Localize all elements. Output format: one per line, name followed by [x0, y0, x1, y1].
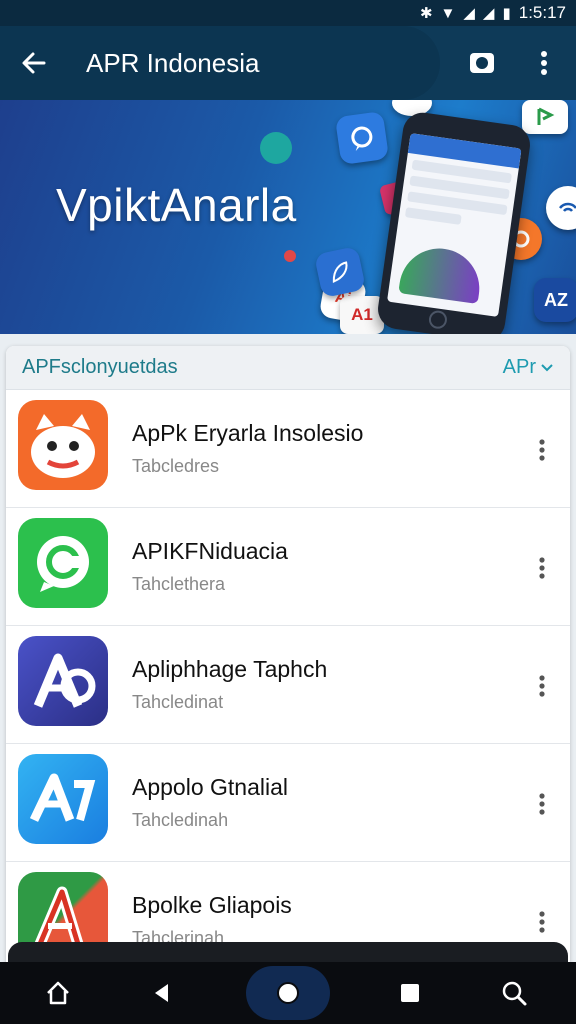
list-item[interactable]: Appolo Gtnalial Tahcledinah — [6, 744, 570, 862]
system-nav-bar — [0, 962, 576, 1024]
nav-recents-button[interactable] — [390, 973, 430, 1013]
chat-app-icon — [18, 518, 108, 608]
camera-button[interactable] — [462, 43, 502, 83]
back-arrow-icon — [22, 52, 46, 74]
banner-title: VpiktAnarla — [56, 179, 297, 231]
status-time: 1:5:17 — [518, 3, 566, 22]
item-more-button[interactable] — [526, 548, 558, 588]
signal-icon: ◢ — [463, 4, 475, 22]
app-list-card: APFsclonyuetdas APr ApPk Eryarla Insoles… — [6, 346, 570, 966]
more-vertical-icon — [539, 793, 545, 815]
item-more-button[interactable] — [526, 430, 558, 470]
more-vertical-icon — [539, 675, 545, 697]
item-more-button[interactable] — [526, 902, 558, 942]
item-more-button[interactable] — [526, 784, 558, 824]
app-name: Appolo Gtnalial — [132, 774, 288, 800]
a-logo-app-icon — [18, 636, 108, 726]
back-triangle-icon — [155, 984, 168, 1002]
list-item[interactable]: Apliphhage Taphch Tahcledinat — [6, 626, 570, 744]
list-item[interactable]: APIKFNiduacia Tahclethera — [6, 508, 570, 626]
app-name: Apliphhage Taphch — [132, 656, 328, 682]
app-name: Bpolke Gliapois — [132, 892, 292, 918]
dot-decoration-icon — [284, 250, 296, 262]
more-vertical-icon — [541, 51, 547, 75]
more-vertical-icon — [539, 911, 545, 933]
cat-app-icon — [18, 400, 108, 490]
overflow-menu-button[interactable] — [524, 43, 564, 83]
a-blue-app-icon — [18, 754, 108, 844]
more-vertical-icon — [539, 439, 545, 461]
chat-bubble-icon — [334, 110, 390, 166]
nav-search-button[interactable] — [494, 973, 534, 1013]
home-icon — [47, 981, 69, 1005]
app-subtitle: Tabcledres — [132, 456, 220, 476]
search-icon — [502, 981, 527, 1006]
item-more-button[interactable] — [526, 666, 558, 706]
wifi-app-icon — [546, 186, 576, 230]
promo-banner[interactable]: VpiktAnarla Ai A1 AZ — [0, 100, 576, 334]
app-bar: APR Indonesia — [0, 26, 576, 100]
page-title: APR Indonesia — [86, 48, 260, 78]
more-vertical-icon — [539, 557, 545, 579]
back-button[interactable] — [14, 43, 54, 83]
list-item[interactable]: ApPk Eryarla Insolesio Tabcledres — [6, 390, 570, 508]
az-logo-icon: AZ — [534, 278, 576, 322]
filter-label: APr — [502, 356, 536, 378]
nav-assistant-button[interactable] — [246, 966, 330, 1020]
circle-decoration-icon — [260, 132, 292, 164]
bluetooth-icon: ✱ — [419, 4, 433, 22]
chevron-down-icon — [541, 363, 553, 371]
section-title: APFsclonyuetdas — [22, 356, 178, 378]
nav-back-button[interactable] — [142, 973, 182, 1013]
filter-dropdown[interactable]: APr — [503, 356, 554, 379]
app-subtitle: Tahcledinah — [132, 810, 229, 830]
status-bar: ✱ ▼ ◢ ◢ ▮ 1:5:17 — [0, 0, 576, 26]
map-app-icon — [522, 100, 568, 134]
app-name: ApPk Eryarla Insolesio — [132, 420, 364, 446]
ai-red-logo-icon: A1 — [340, 296, 384, 334]
nav-home-button[interactable] — [38, 973, 78, 1013]
battery-icon: ▮ — [502, 4, 511, 22]
app-subtitle: Tahcledinat — [132, 692, 224, 712]
app-name: APIKFNiduacia — [132, 538, 288, 564]
signal-icon-2: ◢ — [482, 4, 495, 22]
app-subtitle: Tahclethera — [132, 574, 226, 594]
circle-home-icon — [277, 982, 299, 1004]
phone-mockup — [375, 110, 533, 334]
wifi-icon: ▼ — [440, 4, 456, 22]
list-header: APFsclonyuetdas APr — [6, 346, 570, 390]
recents-square-icon — [401, 984, 419, 1002]
camera-icon — [470, 53, 494, 73]
